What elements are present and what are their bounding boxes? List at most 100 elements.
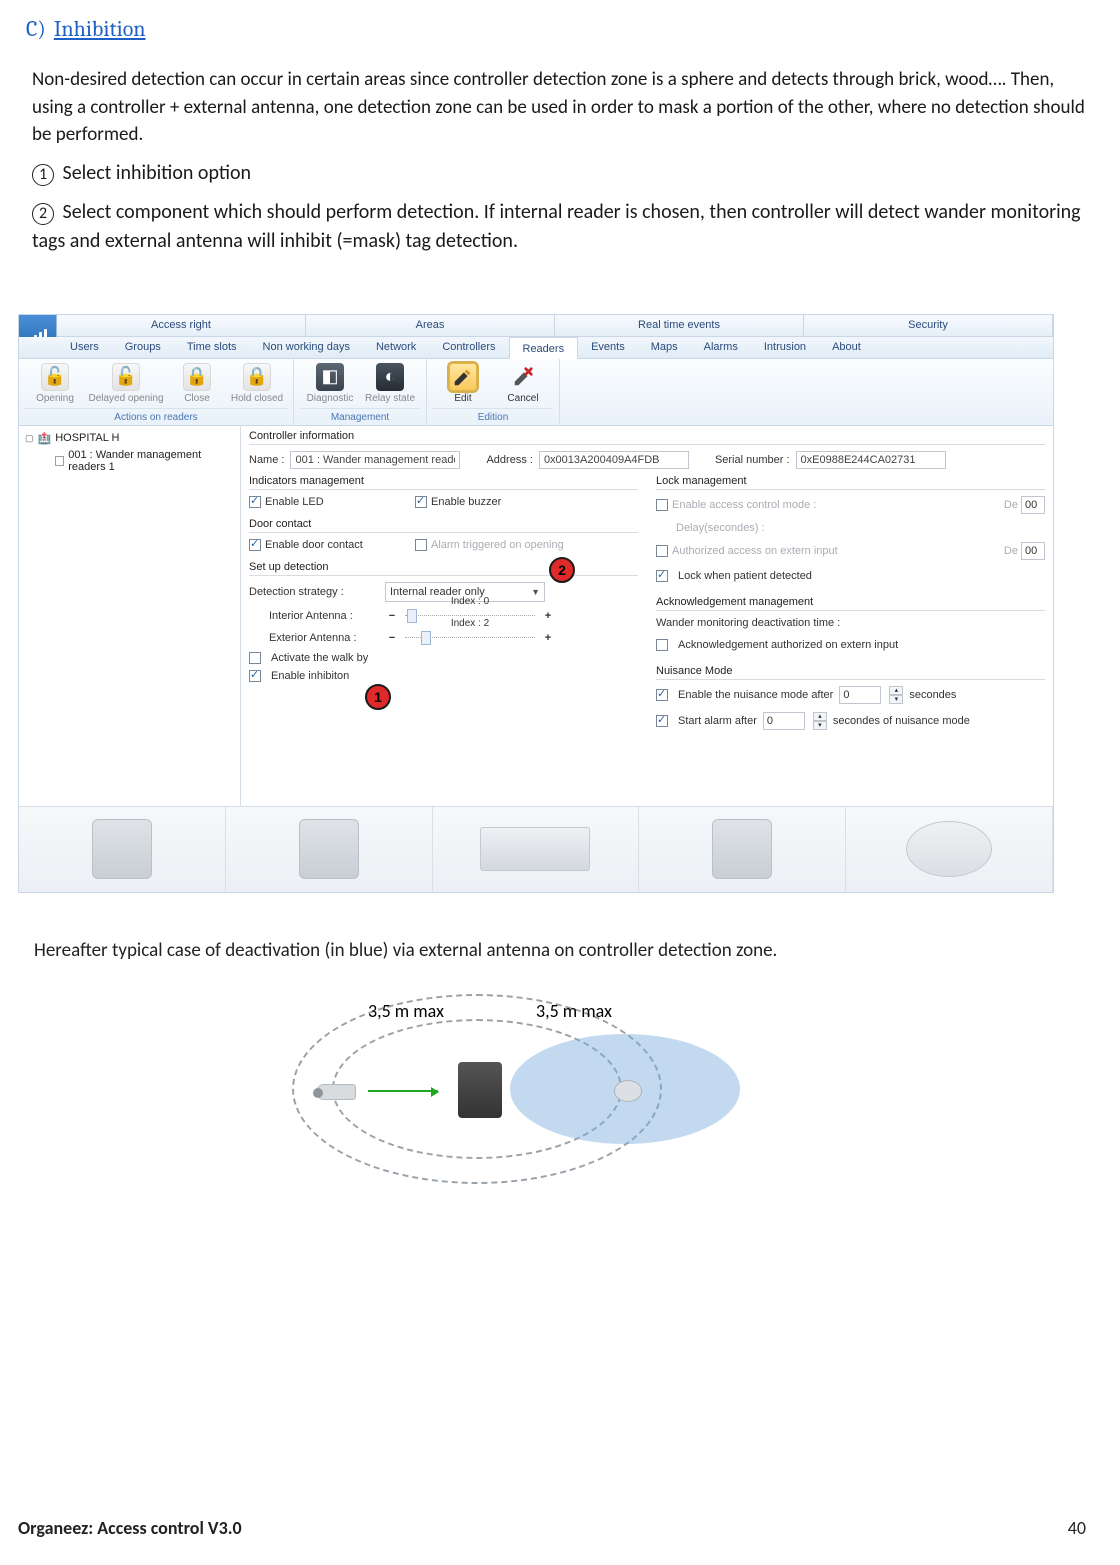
ribbon-relay-state-button[interactable]: ◐Relay state [360,363,420,404]
start-alarm-checkbox[interactable] [656,715,668,727]
tree-root-hospital[interactable]: ▢ 🏥 HOSPITAL H [25,432,234,445]
ribbon-group-management-label: Management [300,408,420,423]
subtab-groups[interactable]: Groups [112,336,174,358]
tree-item-reader-001[interactable]: 001 : Wander management readers 1 [55,449,234,473]
reader-device-icon [712,819,772,879]
serial-input[interactable] [796,451,946,469]
name-input[interactable] [290,451,460,469]
de-label-1: De [1004,499,1018,511]
subtab-users[interactable]: Users [57,336,112,358]
detection-title: Set up detection [249,561,638,576]
lock-section: Lock management Enable access control mo… [656,475,1045,582]
relay-icon: ◐ [376,363,404,391]
subtab-about[interactable]: About [819,336,874,358]
inhibit-checkbox[interactable] [249,670,261,682]
ribbon-close-button[interactable]: 🔒Close [167,363,227,404]
minus-icon: − [385,610,399,622]
spinner-icon[interactable]: ▴▾ [813,712,827,730]
de-label-2: De [1004,545,1018,557]
nuisance-enable-checkbox[interactable] [656,689,668,701]
padlock-closed-icon: 🔒 [183,363,211,391]
door-contact-title: Door contact [249,518,638,533]
tab-areas[interactable]: Areas [306,315,555,336]
ribbon-diagnostic-button[interactable]: ◧Diagnostic [300,363,360,404]
reader-device-icon [92,819,152,879]
tab-access-right[interactable]: Access right [57,315,306,336]
section-title: Inhibition [54,16,146,42]
address-input[interactable] [539,451,689,469]
subtab-network[interactable]: Network [363,336,429,358]
lock-patient-checkbox[interactable] [656,570,668,582]
subtab-alarms[interactable]: Alarms [691,336,751,358]
callout-marker-1: 1 [365,684,391,710]
footer-title: Organeez: Access control V3.0 [18,1517,242,1539]
led-checkbox[interactable] [249,496,261,508]
buzzer-checkbox[interactable] [415,496,427,508]
start-alarm-label: Start alarm after [678,715,757,727]
ribbon-group-edition-label: Edition [433,408,553,423]
nuisance-title: Nuisance Mode [656,665,1045,680]
controller-device-icon [480,827,590,871]
step-1-text: Select inhibition option [63,161,252,185]
sub-tab-bar: Users Groups Time slots Non working days… [19,337,1053,359]
arrow-icon [368,1090,438,1092]
callout-marker-2: 2 [549,557,575,583]
inhibition-diagram: 3,5 m max 3,5 m max [272,984,832,1194]
start-after-value[interactable]: 0 [763,712,805,730]
tab-security[interactable]: Security [804,315,1053,336]
serial-label: Serial number : [715,454,790,466]
page-footer: Organeez: Access control V3.0 40 [18,1517,1086,1539]
ribbon-toolbar: 🔓Opening 🔓Delayed opening 🔒Close 🔒Hold c… [19,359,1053,426]
ribbon-hold-closed-button[interactable]: 🔒Hold closed [227,363,287,404]
building-icon: 🏥 [38,432,52,445]
ribbon-delayed-opening-button[interactable]: 🔓Delayed opening [85,363,167,404]
walkby-checkbox[interactable] [249,652,261,664]
door-contact-checkbox[interactable] [249,539,261,551]
buzzer-label: Enable buzzer [431,496,501,508]
ack-title: Acknowledgement management [656,596,1045,611]
ack-section: Acknowledgement management Wander monito… [656,596,1045,651]
left-distance-label: 3,5 m max [368,1000,444,1022]
device-image-strip [19,806,1053,892]
nuisance-enable-label: Enable the nuisance mode after [678,689,833,701]
interior-label: Interior Antenna : [249,610,379,622]
spinner-icon[interactable]: ▴▾ [889,686,903,704]
ack-ext-checkbox[interactable] [656,639,668,651]
plus-icon: + [541,632,555,644]
tab-real-time-events[interactable]: Real time events [555,315,804,336]
ribbon-cancel-button[interactable]: Cancel [493,363,553,404]
subtab-maps[interactable]: Maps [638,336,691,358]
step-2-text: Select component which should perform de… [32,200,1081,253]
exterior-slider[interactable]: − Index : 2 + [385,630,555,646]
door-contact-label: Enable door contact [265,539,363,551]
ribbon-opening-button[interactable]: 🔓Opening [25,363,85,404]
antenna-device-icon [906,821,992,877]
app-screenshot: Access right Areas Real time events Secu… [18,314,1054,893]
subtab-time-slots[interactable]: Time slots [174,336,250,358]
delay-label: Delay(secondes) : [656,522,765,534]
auth-ext-checkbox[interactable] [656,545,668,557]
de-value-1: 00 [1021,496,1045,514]
top-tab-bar: Access right Areas Real time events Secu… [19,315,1053,337]
indicators-title: Indicators management [249,475,638,490]
address-label: Address : [486,454,532,466]
diagnostic-icon: ◧ [316,363,344,391]
step-1: 1 Select inhibition option [32,159,1086,188]
subtab-events[interactable]: Events [578,336,638,358]
seconds-label-1: secondes [909,689,956,701]
subtab-readers[interactable]: Readers [509,337,579,359]
alarm-trigger-checkbox[interactable] [415,539,427,551]
strategy-label: Detection strategy : [249,586,379,598]
plus-icon: + [541,610,555,622]
inhibit-label: Enable inhibiton [271,670,349,682]
padlock-open-icon: 🔓 [41,363,69,391]
subtab-non-working-days[interactable]: Non working days [250,336,363,358]
detection-section: Set up detection Detection strategy : In… [249,561,638,682]
exterior-index: Index : 2 [405,618,535,629]
ac-mode-checkbox[interactable] [656,499,668,511]
subtab-controllers[interactable]: Controllers [429,336,508,358]
nuisance-after-value[interactable]: 0 [839,686,881,704]
ribbon-edit-button[interactable]: Edit [433,363,493,404]
ack-ext-label: Acknowledgement authorized on extern inp… [678,639,898,651]
subtab-intrusion[interactable]: Intrusion [751,336,819,358]
